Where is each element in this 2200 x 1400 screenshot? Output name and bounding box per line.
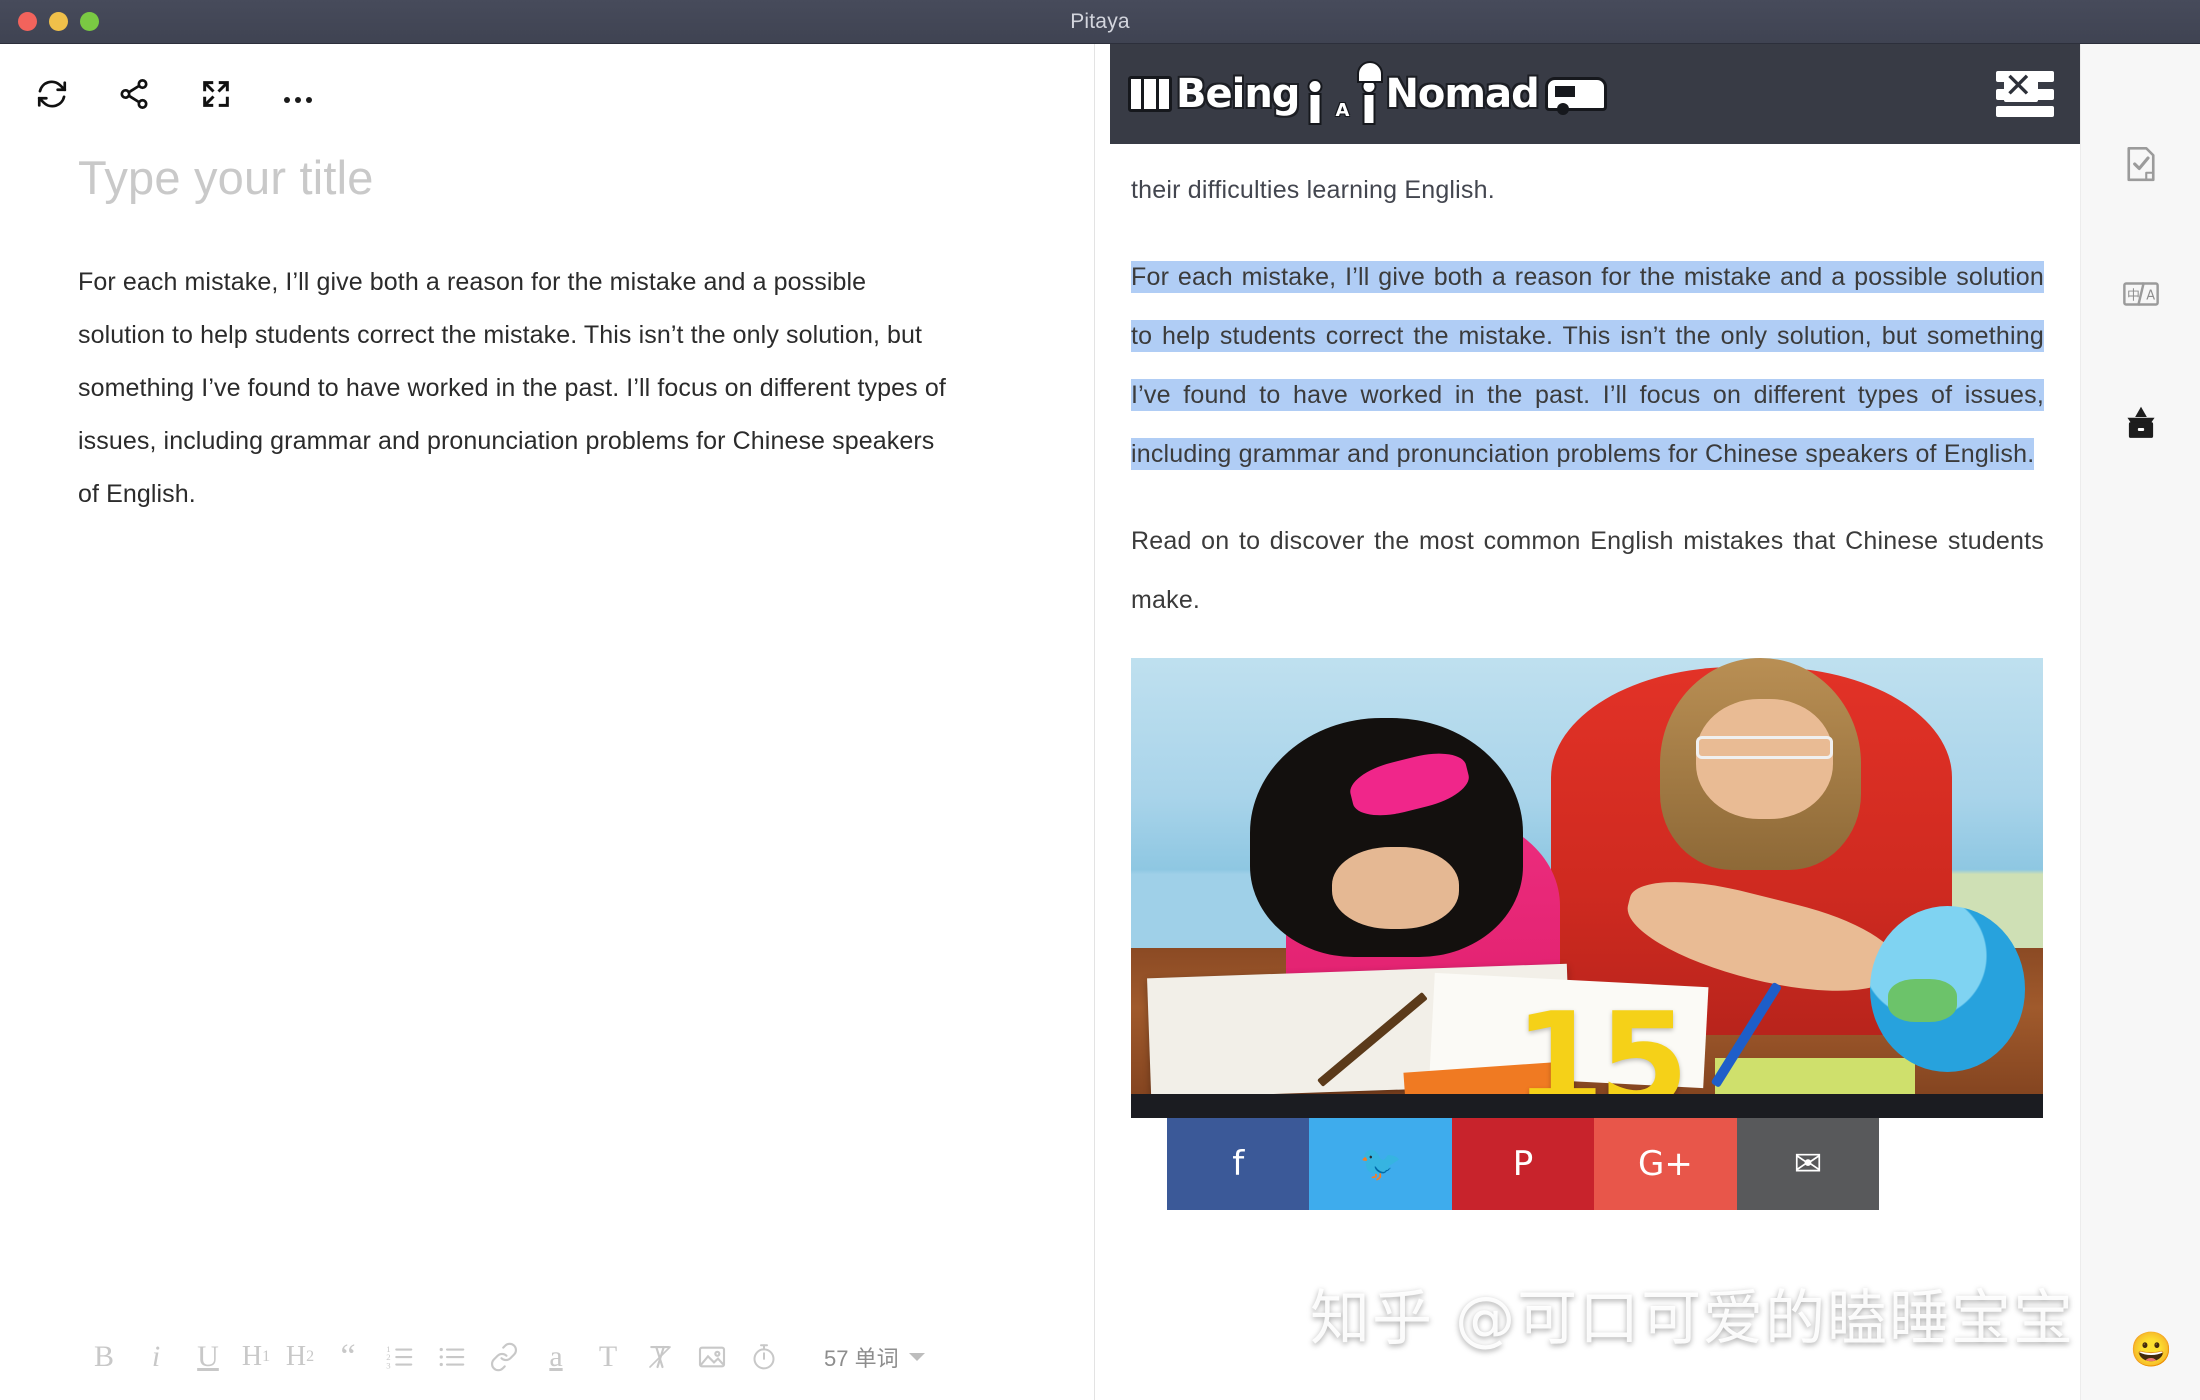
document-title-placeholder[interactable]: Type your title — [78, 150, 1034, 206]
share-icon[interactable] — [112, 72, 156, 116]
ordered-list-button[interactable]: 1 2 3 — [374, 1331, 426, 1383]
pinterest-share-button[interactable]: P — [1451, 1118, 1595, 1210]
right-sidebar: 中 A — [2080, 44, 2200, 1400]
close-window-button[interactable] — [18, 12, 37, 31]
people-icon: A — [1303, 61, 1384, 125]
h2-letter: H — [285, 1341, 307, 1372]
editor-content[interactable]: Type your title For each mistake, I’ll g… — [0, 122, 1094, 1314]
being-a-nomad-logo: Being A Nomad — [1128, 61, 1607, 125]
fullscreen-icon[interactable] — [194, 72, 238, 116]
passport-icon — [1128, 76, 1172, 112]
social-share-bar: f 🐦 P G+ ✉ — [1167, 1118, 1880, 1210]
logo-text-nomad: Nomad — [1385, 71, 1539, 117]
formatting-toolbar: B i U H1 H2 “ 1 2 3 a T 57 单词 — [0, 1314, 1094, 1400]
article-paragraph-selected[interactable]: For each mistake, I’ll give both a reaso… — [1131, 248, 2044, 484]
svg-text:3: 3 — [386, 1360, 391, 1370]
window-title: Pitaya — [1070, 9, 1130, 33]
selection-highlight: For each mistake, I’ll give both a reaso… — [1131, 261, 2044, 470]
main-split-view: Type your title For each mistake, I’ll g… — [0, 44, 2200, 1400]
text-style-button[interactable]: T — [582, 1331, 634, 1383]
word-count-label: 57 单词 — [824, 1346, 899, 1371]
preview-pane: Being A Nomad ✕ …to Chinese studen — [1095, 44, 2080, 1400]
traffic-light-group — [0, 12, 99, 31]
heading2-button[interactable]: H2 — [278, 1331, 322, 1383]
site-header-bar: Being A Nomad ✕ — [1110, 44, 2080, 144]
facebook-share-button[interactable]: f — [1167, 1118, 1310, 1210]
photo-scene: 15 — [1131, 658, 2043, 1118]
child-figure — [1359, 79, 1379, 125]
h1-level: 1 — [262, 1348, 271, 1365]
teacher-tutoring-student-photo: 15 — [1131, 658, 2043, 1118]
chevron-down-icon — [908, 1353, 925, 1361]
article-paragraph-readon: Read on to discover the most common Engl… — [1131, 527, 2044, 614]
glasses-icon — [1696, 736, 1834, 760]
teacher-face — [1696, 699, 1834, 819]
window-titlebar: Pitaya — [0, 0, 2200, 44]
underline-button[interactable]: U — [182, 1331, 234, 1383]
archive-box-icon[interactable] — [2113, 396, 2169, 452]
translate-icon[interactable]: 中 A — [2113, 266, 2169, 322]
bullet-list-button[interactable] — [426, 1331, 478, 1383]
italic-button[interactable]: i — [130, 1331, 182, 1383]
watermark-emoji: 😀 — [2130, 1331, 2173, 1369]
student-face — [1331, 846, 1460, 930]
more-icon[interactable] — [276, 72, 320, 116]
adult-figure — [1305, 79, 1325, 125]
close-x-icon: ✕ — [2004, 69, 2038, 103]
pitaya-app-window: Pitaya Type your title For each mistake,… — [0, 0, 2200, 1400]
insert-image-button[interactable] — [686, 1331, 738, 1383]
heading1-button[interactable]: H1 — [234, 1331, 278, 1383]
umbrella-icon — [1357, 61, 1384, 83]
maximize-window-button[interactable] — [80, 12, 99, 31]
logo-text-a: A — [1335, 100, 1350, 121]
caravan-icon — [1544, 77, 1607, 115]
highlight-button[interactable]: a — [530, 1331, 582, 1383]
document-body-paragraph[interactable]: For each mistake, I’ll give both a reaso… — [78, 256, 958, 521]
link-button[interactable] — [478, 1331, 530, 1383]
h2-level: 2 — [306, 1348, 315, 1365]
clear-format-button[interactable] — [634, 1331, 686, 1383]
bold-button[interactable]: B — [78, 1331, 130, 1383]
svg-text:A: A — [2146, 289, 2155, 304]
logo-text-being: Being — [1176, 71, 1300, 117]
blockquote-button[interactable]: “ — [322, 1331, 374, 1383]
word-count-selector[interactable]: 57 单词 — [824, 1341, 925, 1373]
editor-pane: Type your title For each mistake, I’ll g… — [0, 44, 1095, 1400]
document-check-icon[interactable] — [2113, 136, 2169, 192]
hamburger-menu-icon[interactable]: ✕ — [1996, 69, 2054, 117]
email-share-button[interactable]: ✉ — [1736, 1118, 1880, 1210]
minimize-window-button[interactable] — [49, 12, 68, 31]
sync-icon[interactable] — [30, 72, 74, 116]
globe-icon — [1869, 906, 2025, 1072]
timer-button[interactable] — [738, 1331, 790, 1383]
article-body: …to Chinese students. But students can u… — [1095, 44, 2080, 1210]
googleplus-share-button[interactable]: G+ — [1594, 1118, 1737, 1210]
twitter-share-button[interactable]: 🐦 — [1309, 1118, 1452, 1210]
photo-bottom-strip — [1131, 1094, 2043, 1118]
editor-toolbar — [0, 44, 1094, 122]
svg-text:中: 中 — [2127, 289, 2140, 304]
h1-letter: H — [241, 1341, 263, 1372]
